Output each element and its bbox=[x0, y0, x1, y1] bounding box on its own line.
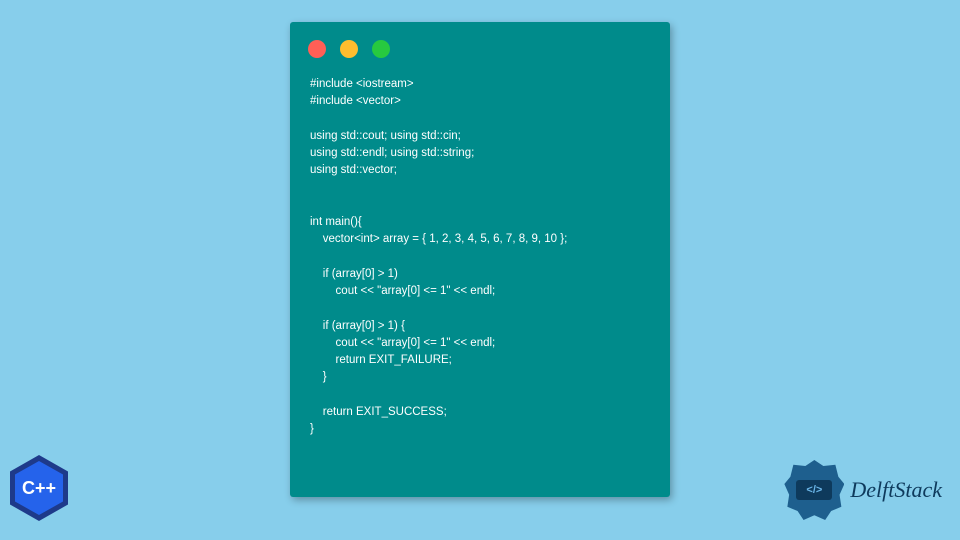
delftstack-icon: </> bbox=[784, 460, 844, 520]
code-line: int main(){ bbox=[310, 216, 362, 228]
close-icon bbox=[308, 40, 326, 58]
code-line: cout << "array[0] <= 1" << endl; bbox=[310, 337, 495, 349]
code-brackets-icon: </> bbox=[796, 480, 832, 500]
code-line: #include <iostream> bbox=[310, 78, 414, 90]
code-line: } bbox=[310, 423, 314, 435]
minimize-icon bbox=[340, 40, 358, 58]
code-line: vector<int> array = { 1, 2, 3, 4, 5, 6, … bbox=[310, 233, 567, 245]
code-line: if (array[0] > 1) bbox=[310, 268, 398, 280]
code-line: using std::cout; using std::cin; bbox=[310, 130, 461, 142]
code-line: #include <vector> bbox=[310, 95, 401, 107]
code-line: return EXIT_SUCCESS; bbox=[310, 406, 447, 418]
hexagon-icon: C++ bbox=[10, 455, 68, 521]
code-line: } bbox=[310, 371, 327, 383]
code-line: cout << "array[0] <= 1" << endl; bbox=[310, 285, 495, 297]
delftstack-logo: </> DelftStack bbox=[784, 460, 942, 520]
cpp-logo: C++ bbox=[10, 455, 72, 525]
window-controls bbox=[290, 22, 670, 68]
code-line: using std::vector; bbox=[310, 164, 397, 176]
code-window: #include <iostream> #include <vector> us… bbox=[290, 22, 670, 497]
maximize-icon bbox=[372, 40, 390, 58]
cpp-label: C++ bbox=[15, 461, 63, 515]
code-line: return EXIT_FAILURE; bbox=[310, 354, 452, 366]
delftstack-text: DelftStack bbox=[850, 477, 942, 503]
code-line: if (array[0] > 1) { bbox=[310, 320, 405, 332]
code-content: #include <iostream> #include <vector> us… bbox=[290, 68, 670, 446]
code-line: using std::endl; using std::string; bbox=[310, 147, 474, 159]
badge-icon: </> bbox=[784, 460, 844, 520]
